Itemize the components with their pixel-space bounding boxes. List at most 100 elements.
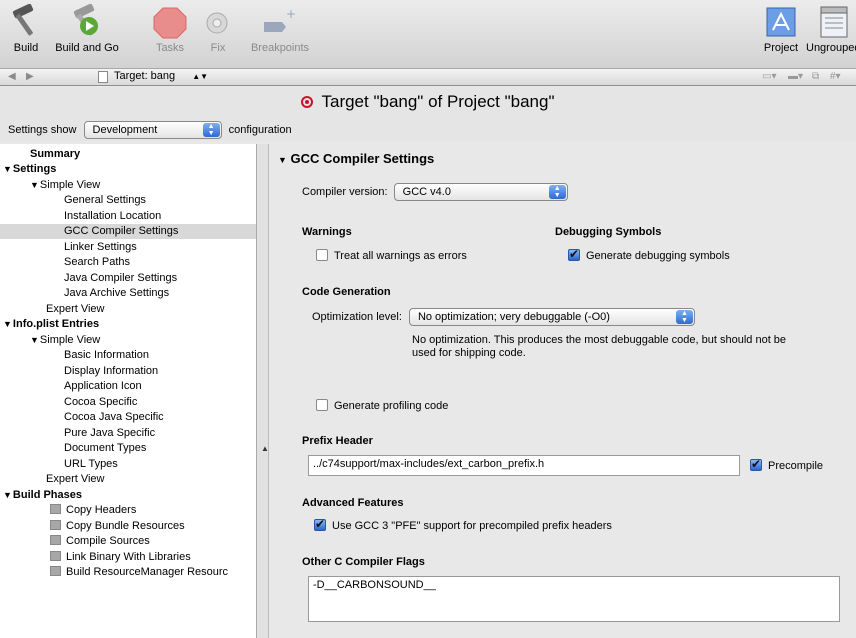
split-view-divider[interactable]: ▲: [257, 144, 269, 638]
sidebar-item-java-compiler-settings[interactable]: Java Compiler Settings: [64, 271, 177, 286]
hammer-go-icon: [67, 3, 107, 40]
tasks-button[interactable]: Tasks: [150, 4, 190, 54]
popup-arrows-icon: ▲▼: [192, 72, 209, 81]
sidebar-item-settings[interactable]: ▼Settings: [3, 162, 56, 177]
disclosure-triangle-icon: ▼: [30, 335, 39, 345]
section-title[interactable]: ▼ GCC Compiler Settings: [278, 151, 434, 166]
svg-text:+: +: [286, 7, 296, 21]
breakpoint-icon: +: [260, 4, 300, 40]
sidebar-item-java-archive-settings[interactable]: Java Archive Settings: [64, 286, 169, 301]
back-arrow-icon[interactable]: ◀: [8, 71, 16, 82]
toolbar: Build Build and Go Tasks Fix + Breakpoin…: [0, 0, 856, 68]
project-icon: [761, 4, 801, 40]
popup-stepper-icon: ▲ ▼: [675, 310, 693, 324]
sidebar-item-simple-view-2[interactable]: ▼Simple View: [30, 333, 100, 348]
settings-show-label: Settings show: [8, 123, 77, 136]
sidebar-item-search-paths[interactable]: Search Paths: [64, 255, 130, 270]
optimization-popup[interactable]: No optimization; very debuggable (-O0) ▲…: [408, 308, 695, 326]
generate-debugging-checkbox[interactable]: Generate debugging symbols: [568, 247, 730, 262]
optimization-row: Optimization level: No optimization; ver…: [312, 308, 695, 326]
target-popup-label: Target: bang: [114, 70, 176, 82]
breakpoints-button[interactable]: + Breakpoints: [248, 4, 312, 54]
compiler-version-popup[interactable]: GCC v4.0 ▲ ▼: [393, 183, 568, 201]
target-icon: [301, 96, 314, 108]
sidebar-item-copy-bundle-resources[interactable]: Copy Bundle Resources: [50, 519, 185, 534]
checkbox-checked-icon: [750, 457, 762, 471]
editor-header: Target "bang" of Project "bang" Settings…: [0, 87, 856, 141]
sidebar-item-installation-location[interactable]: Installation Location: [64, 209, 161, 224]
sidebar-item-gcc-compiler-settings[interactable]: GCC Compiler Settings: [0, 224, 256, 239]
treat-warnings-checkbox[interactable]: Treat all warnings as errors: [316, 249, 467, 262]
other-flags-field[interactable]: -D__CARBONSOUND__: [308, 576, 840, 622]
optimization-description: No optimization. This produces the most …: [412, 334, 787, 359]
other-flags-title: Other C Compiler Flags: [302, 556, 425, 568]
target-popup[interactable]: Target: bang ▲▼: [98, 70, 208, 85]
build-phase-icon: [50, 504, 61, 514]
sidebar-item-link-binary[interactable]: Link Binary With Libraries: [50, 550, 191, 565]
forward-arrow-icon[interactable]: ▶: [26, 71, 34, 82]
build-and-go-button[interactable]: Build and Go: [52, 3, 122, 54]
ungrouped-icon: [811, 4, 851, 40]
sidebar-item-build-phases[interactable]: ▼Build Phases: [3, 488, 82, 503]
sidebar-item-info-plist[interactable]: ▼Info.plist Entries: [3, 317, 99, 332]
popup-stepper-icon: ▲ ▼: [202, 123, 220, 137]
hammer-icon: [6, 3, 46, 40]
prefix-header-field[interactable]: ../c74support/max-includes/ext_carbon_pr…: [308, 455, 740, 476]
build-phase-icon: [50, 535, 61, 545]
generate-profiling-checkbox[interactable]: Generate profiling code: [316, 399, 448, 412]
settings-panel: ▼ GCC Compiler Settings Compiler version…: [270, 144, 856, 638]
sidebar-item-simple-view[interactable]: ▼Simple View: [30, 178, 100, 193]
includes-menu-icon[interactable]: #▾: [830, 71, 841, 82]
sidebar-item-application-icon[interactable]: Application Icon: [64, 379, 142, 394]
sidebar-item-linker-settings[interactable]: Linker Settings: [64, 240, 137, 255]
configuration-popup[interactable]: Development ▲ ▼: [83, 121, 222, 139]
sidebar-item-url-types[interactable]: URL Types: [64, 457, 118, 472]
prefix-header-title: Prefix Header: [302, 435, 373, 447]
sidebar-item-pure-java-specific[interactable]: Pure Java Specific: [64, 426, 155, 441]
checkbox-checked-icon: [314, 517, 326, 531]
sidebar-item-general-settings[interactable]: General Settings: [64, 193, 146, 208]
checkbox-icon: [316, 399, 328, 411]
navigation-bar: ◀ ▶ Target: bang ▲▼ ▭▾ ▬▾ ⧉ #▾: [0, 68, 856, 86]
stop-icon: [150, 4, 190, 40]
disclosure-triangle-icon: ▼: [3, 164, 12, 174]
ungrouped-button[interactable]: Ungrouped: [806, 4, 856, 54]
popup-stepper-icon: ▲ ▼: [548, 185, 566, 199]
settings-show-row: Settings show Development ▲ ▼ configurati…: [8, 121, 292, 139]
sidebar-item-summary[interactable]: Summary: [30, 147, 80, 162]
advanced-features-title: Advanced Features: [302, 497, 404, 509]
fix-button[interactable]: Fix: [202, 4, 234, 54]
sidebar-item-build-resourcemanager[interactable]: Build ResourceManager Resourc: [50, 565, 256, 580]
disclosure-triangle-icon: ▼: [30, 180, 39, 190]
build-phase-icon: [50, 566, 61, 576]
page-title: Target "bang" of Project "bang": [0, 92, 856, 112]
build-phase-icon: [50, 551, 61, 561]
sidebar-item-compile-sources[interactable]: Compile Sources: [50, 534, 150, 549]
bookmarks-icon[interactable]: ▭▾: [762, 71, 776, 82]
counterpart-icon[interactable]: ⧉: [812, 71, 819, 82]
sidebar-item-cocoa-specific[interactable]: Cocoa Specific: [64, 395, 137, 410]
build-button[interactable]: Build: [2, 3, 50, 54]
precompile-checkbox[interactable]: Precompile: [750, 457, 823, 472]
document-icon: [98, 71, 108, 83]
project-button[interactable]: Project: [758, 4, 804, 54]
configuration-label: configuration: [228, 123, 292, 136]
sidebar-item-expert-view-2[interactable]: Expert View: [46, 472, 105, 487]
sidebar-item-cocoa-java-specific[interactable]: Cocoa Java Specific: [64, 410, 164, 425]
disclosure-triangle-icon: ▼: [3, 319, 12, 329]
code-generation-title: Code Generation: [302, 286, 391, 298]
sidebar-item-display-information[interactable]: Display Information: [64, 364, 158, 379]
settings-sidebar: Summary ▼Settings ▼Simple View General S…: [0, 144, 257, 638]
compiler-version-label: Compiler version:: [302, 185, 388, 198]
sidebar-item-document-types[interactable]: Document Types: [64, 441, 146, 456]
pfe-support-checkbox[interactable]: Use GCC 3 "PFE" support for precompiled …: [314, 517, 612, 532]
sidebar-item-copy-headers[interactable]: Copy Headers: [50, 503, 136, 518]
build-phase-icon: [50, 520, 61, 530]
compiler-version-row: Compiler version: GCC v4.0 ▲ ▼: [302, 183, 568, 201]
breakpoint-menu-icon[interactable]: ▬▾: [788, 71, 803, 82]
sidebar-item-basic-information[interactable]: Basic Information: [64, 348, 149, 363]
collapse-arrow-icon[interactable]: ▲: [261, 444, 269, 453]
disclosure-triangle-icon: ▼: [3, 490, 12, 500]
optimization-label: Optimization level:: [312, 310, 402, 323]
sidebar-item-expert-view[interactable]: Expert View: [46, 302, 105, 317]
